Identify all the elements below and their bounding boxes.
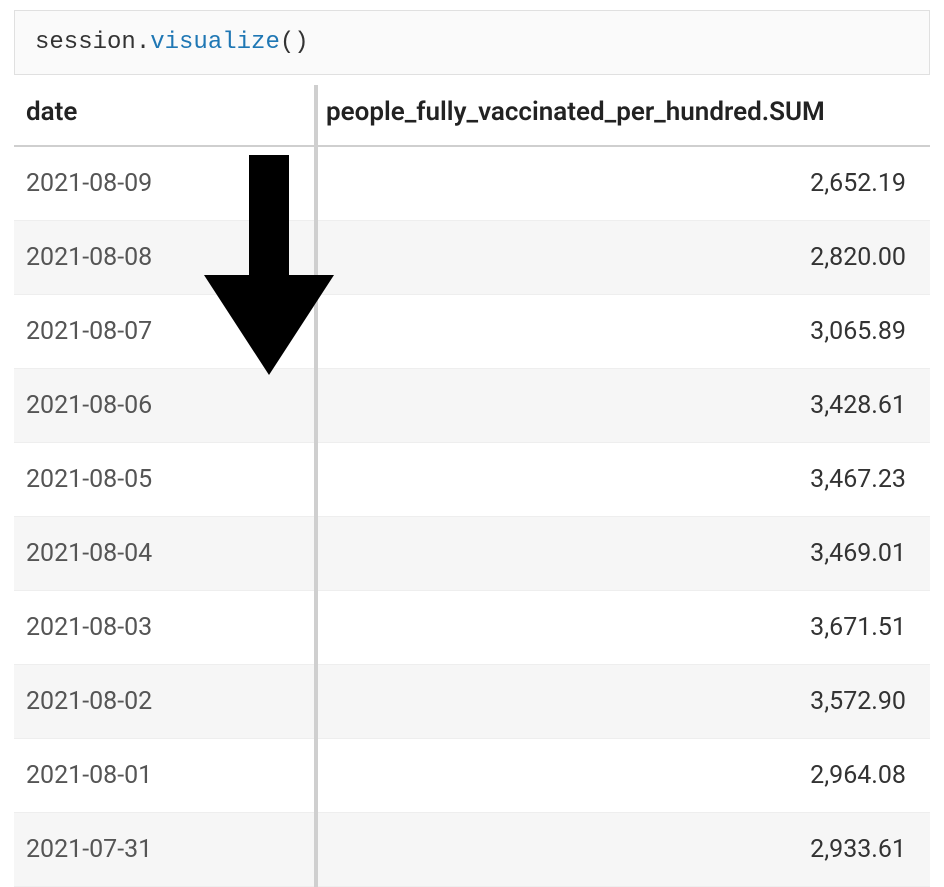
table-row[interactable]: 2021-08-092,652.19 (14, 146, 930, 221)
code-prefix: session. (35, 29, 150, 56)
cell-date: 2021-08-05 (14, 443, 314, 517)
code-function: visualize (150, 29, 280, 56)
cell-value: 3,467.23 (314, 443, 930, 517)
cell-value: 2,964.08 (314, 739, 930, 813)
cell-date: 2021-08-03 (14, 591, 314, 665)
column-header-value[interactable]: people_fully_vaccinated_per_hundred.SUM (314, 75, 930, 146)
cell-value: 2,933.61 (314, 813, 930, 887)
data-table-wrapper: date people_fully_vaccinated_per_hundred… (14, 75, 930, 887)
cell-date: 2021-08-09 (14, 146, 314, 221)
cell-date: 2021-08-06 (14, 369, 314, 443)
table-body: 2021-08-092,652.192021-08-082,820.002021… (14, 146, 930, 887)
cell-date: 2021-08-04 (14, 517, 314, 591)
code-suffix: () (280, 29, 309, 56)
cell-date: 2021-08-08 (14, 221, 314, 295)
cell-value: 3,469.01 (314, 517, 930, 591)
table-row[interactable]: 2021-08-012,964.08 (14, 739, 930, 813)
cell-date: 2021-07-31 (14, 813, 314, 887)
table-row[interactable]: 2021-08-053,467.23 (14, 443, 930, 517)
cell-value: 2,820.00 (314, 221, 930, 295)
table-row[interactable]: 2021-07-312,933.61 (14, 813, 930, 887)
cell-value: 3,428.61 (314, 369, 930, 443)
table-header-row: date people_fully_vaccinated_per_hundred… (14, 75, 930, 146)
table-row[interactable]: 2021-08-023,572.90 (14, 665, 930, 739)
cell-date: 2021-08-01 (14, 739, 314, 813)
table-row[interactable]: 2021-08-073,065.89 (14, 295, 930, 369)
cell-value: 2,652.19 (314, 146, 930, 221)
cell-value: 3,671.51 (314, 591, 930, 665)
cell-date: 2021-08-02 (14, 665, 314, 739)
table-row[interactable]: 2021-08-082,820.00 (14, 221, 930, 295)
code-cell[interactable]: session.visualize() (14, 10, 930, 75)
cell-date: 2021-08-07 (14, 295, 314, 369)
table-row[interactable]: 2021-08-033,671.51 (14, 591, 930, 665)
table-row[interactable]: 2021-08-063,428.61 (14, 369, 930, 443)
cell-value: 3,065.89 (314, 295, 930, 369)
data-table: date people_fully_vaccinated_per_hundred… (14, 75, 930, 887)
column-header-date[interactable]: date (14, 75, 314, 146)
table-row[interactable]: 2021-08-043,469.01 (14, 517, 930, 591)
cell-value: 3,572.90 (314, 665, 930, 739)
